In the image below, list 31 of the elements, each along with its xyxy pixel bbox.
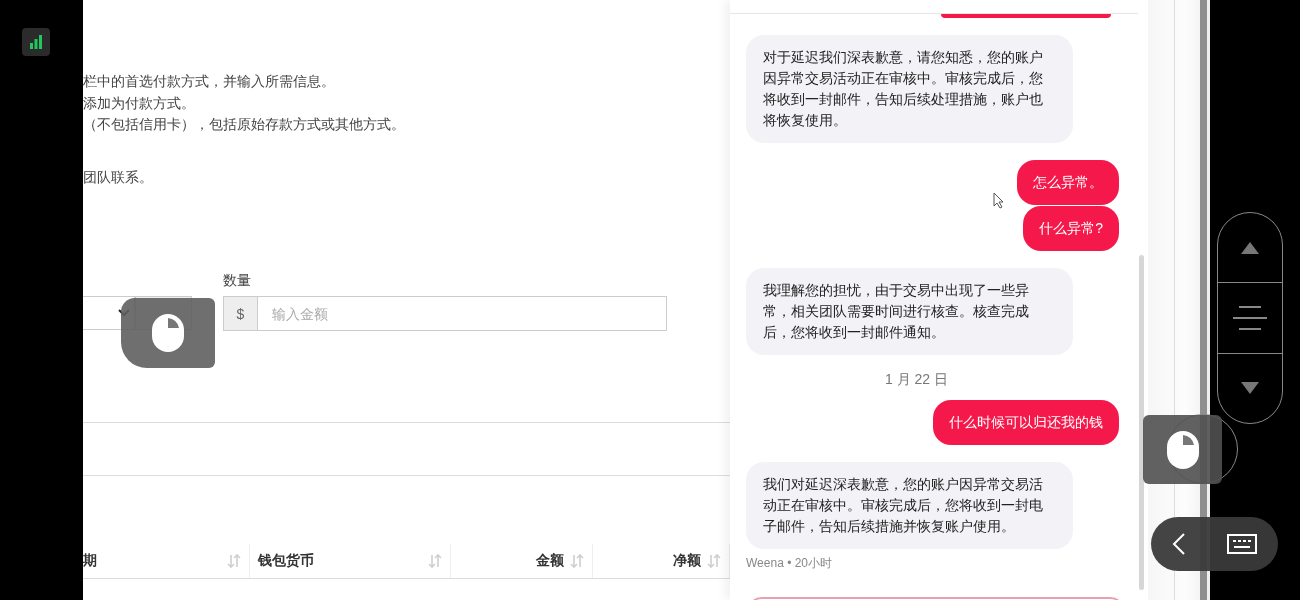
user-message: 什么时候可以归还我的钱 — [933, 400, 1119, 445]
column-header[interactable]: 钱包货币 — [258, 552, 314, 570]
message-meta: Weena • 20小时 — [746, 555, 834, 572]
agent-message: 我们对延迟深表歉意，您的账户因异常交易活动正在审核中。审核完成后，您将收到一封电子邮件，告知后续措施并恢复账户使用。 — [746, 462, 1073, 549]
mouse-icon — [151, 313, 185, 353]
instruction-text: （不包括信用卡），包括原始存款方式或其他方式。 — [83, 115, 406, 134]
amount-field[interactable]: 输入金额 — [258, 296, 667, 331]
instruction-text: 团队联系。 — [83, 167, 154, 187]
column-header[interactable]: 金额 — [536, 552, 564, 570]
keyboard-icon[interactable] — [1227, 534, 1258, 554]
user-message: 什么异常? — [1023, 206, 1119, 251]
mouse-icon — [1165, 429, 1200, 470]
down-arrow-icon[interactable] — [1241, 382, 1259, 395]
agent-message: 我理解您的担忧，由于交易中出现了一些异常，相关团队需要时间进行核查。核查完成后，您将收到一封邮件通知。 — [746, 268, 1073, 355]
field-label: 数量 — [223, 271, 251, 290]
signal-icon[interactable] — [22, 28, 50, 56]
user-message: 怎么异常。 — [1017, 160, 1119, 205]
date-divider: 1 月 22 日 — [885, 370, 949, 389]
currency-prefix: $ — [223, 296, 258, 331]
instruction-text: 添加为付款方式。 — [83, 93, 196, 113]
column-header[interactable]: 期 — [83, 552, 97, 570]
mouse-overlay[interactable] — [121, 298, 215, 368]
scrollbar-thumb[interactable] — [1139, 255, 1144, 590]
cursor-icon — [993, 192, 1005, 209]
menu-icon[interactable] — [1233, 305, 1267, 331]
column-header[interactable]: 净额 — [673, 552, 701, 570]
up-arrow-icon[interactable] — [1241, 241, 1259, 254]
mouse-overlay[interactable] — [1143, 415, 1222, 484]
agent-message: 对于延迟我们深表歉意，请您知悉，您的账户因异常交易活动正在审核中。审核完成后，您将收到一封邮件，告知后续处理措施，账户也将恢复使用。 — [746, 35, 1073, 143]
back-icon[interactable] — [1171, 532, 1186, 556]
instruction-text: 栏中的首选付款方式，并输入所需信息。 — [83, 72, 336, 91]
